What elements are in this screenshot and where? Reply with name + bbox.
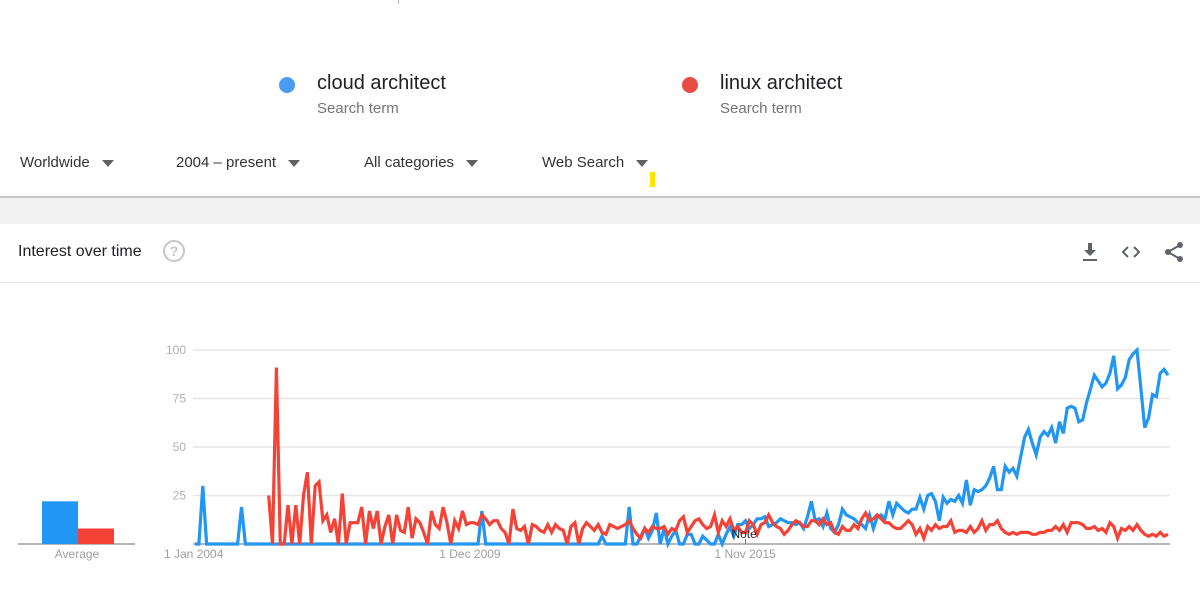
search-type-dropdown[interactable]: Web Search [542,154,649,171]
term-name: cloud architect [317,72,446,94]
caret-down-icon [288,159,301,167]
note-label: Note [731,527,757,541]
term-subtitle: Search term [317,100,399,117]
x-axis-ticks: 1 Jan 2004 1 Dec 2009 1 Nov 2015 [164,547,776,561]
download-icon[interactable] [1078,240,1102,264]
series-color-dot-icon [682,77,698,93]
category-dropdown[interactable]: All categories [364,154,479,171]
card-header: Interest over time ? [0,224,1200,283]
time-range-label: 2004 – present [176,154,277,171]
series-color-dot-icon [279,77,295,93]
help-icon[interactable]: ? [163,240,185,262]
embed-icon[interactable] [1119,240,1143,264]
search-type-label: Web Search [542,154,625,171]
text-cursor-marker [650,172,655,187]
share-icon[interactable] [1162,240,1186,264]
series-line-cloud-architect [195,346,1170,549]
filter-bar: Worldwide 2004 – present All categories … [0,154,1200,178]
y-axis-ticks: 100 75 50 25 [166,343,186,503]
average-bar-chart: Average [18,501,135,561]
region-label: Worldwide [20,154,90,171]
average-bar-linux-architect [78,528,114,544]
y-tick-label: 25 [173,489,187,503]
caret-down-icon [636,159,649,167]
top-tick [398,0,399,4]
chart-annotation: Note [731,527,757,544]
caret-down-icon [101,159,114,167]
series-line-linux-architect [267,367,1169,546]
average-bar-cloud-architect [42,501,78,544]
time-range-dropdown[interactable]: 2004 – present [176,154,301,171]
section-gap [0,198,1200,224]
region-dropdown[interactable]: Worldwide [20,154,114,171]
interest-over-time-chart: Average 100755025 1 Jan 2004 1 Dec 2009 1 … [18,343,1170,561]
chart-series [195,346,1170,549]
category-label: All categories [364,154,455,171]
x-tick-label: 1 Nov 2015 [714,547,776,561]
caret-down-icon [466,159,479,167]
card-title: Interest over time [18,243,142,260]
x-tick-label: 1 Jan 2004 [164,547,224,561]
x-tick-label: 1 Dec 2009 [439,547,501,561]
average-label: Average [55,547,100,561]
y-tick-label: 75 [173,392,187,406]
chart-gridlines [193,349,1170,545]
term-subtitle: Search term [720,100,802,117]
y-tick-label: 100 [166,343,186,357]
term-name: linux architect [720,72,843,94]
y-tick-label: 50 [173,440,187,454]
